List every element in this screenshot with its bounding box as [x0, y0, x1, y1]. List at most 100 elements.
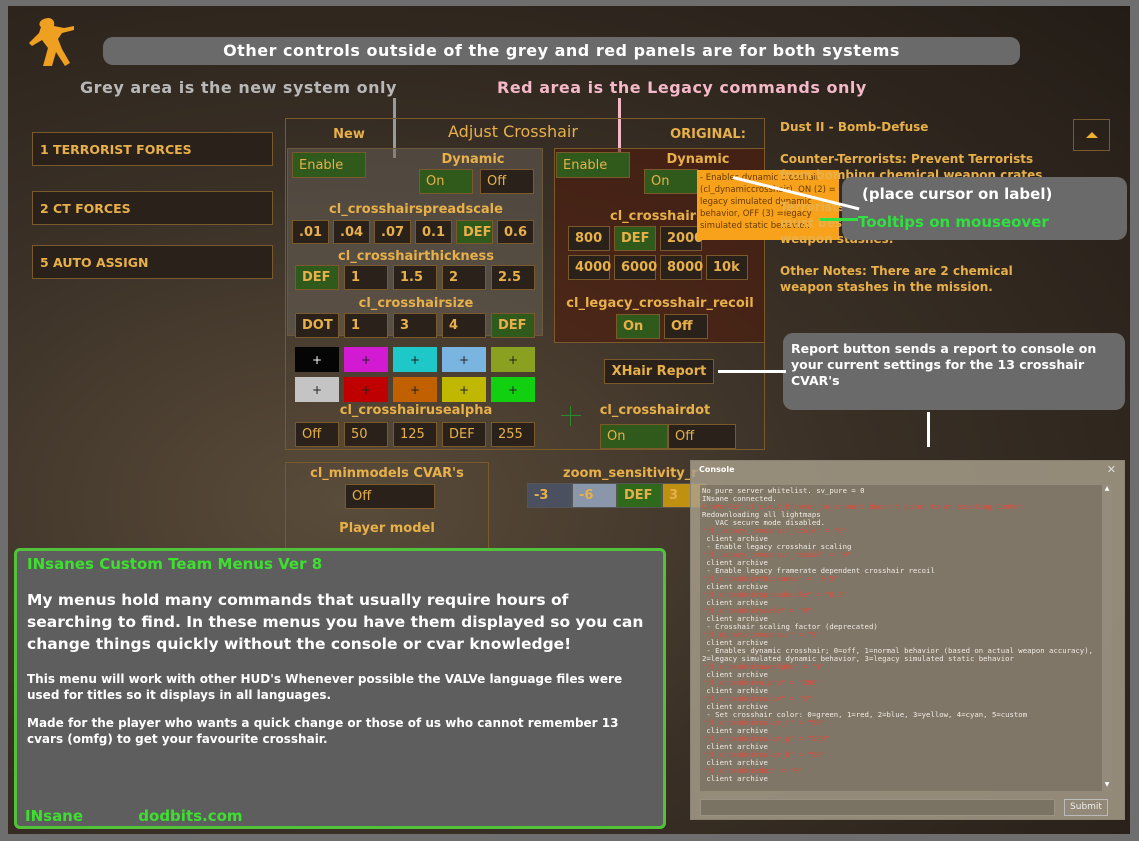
crosshairdot-on[interactable]: On: [600, 424, 668, 449]
dynamic-option[interactable]: On: [419, 169, 473, 194]
xhair-report-button[interactable]: XHair Report: [604, 359, 714, 384]
legacy-scale-option[interactable]: 6000: [614, 255, 657, 280]
new-label: New: [333, 127, 365, 142]
color-swatch[interactable]: +: [393, 347, 437, 372]
usealpha-option[interactable]: DEF: [442, 422, 486, 447]
color-swatch[interactable]: +: [393, 377, 437, 402]
close-icon[interactable]: ✕: [1107, 463, 1116, 476]
info-site[interactable]: dodbits.com: [138, 807, 242, 825]
original-label: ORIGINAL:: [670, 127, 746, 142]
console-line: client archive: [702, 774, 768, 783]
color-swatch[interactable]: +: [344, 377, 388, 402]
legacy-scale-label: cl_crosshairs: [610, 209, 704, 224]
thickness-option[interactable]: 2.5: [491, 265, 535, 290]
spreadscale-option[interactable]: 0.6: [497, 220, 534, 244]
dynamic-option[interactable]: Off: [480, 169, 534, 194]
thickness-label: cl_crosshairthickness: [338, 249, 494, 264]
minmodels-panel: [285, 462, 489, 552]
crosshair-glyph-icon: +: [311, 382, 323, 397]
callout-cursor-text: (place cursor on label): [862, 185, 1053, 203]
legacy-dynamic-label: Dynamic: [666, 152, 730, 167]
mission-notes: Other Notes: There are 2 chemical weapon…: [780, 264, 1013, 294]
usealpha-label: cl_crosshairusealpha: [339, 403, 493, 418]
size-label: cl_crosshairsize: [358, 296, 474, 311]
scroll-down-icon[interactable]: ▼: [1102, 781, 1112, 791]
size-option[interactable]: DEF: [491, 313, 535, 338]
team-button[interactable]: 5 AUTO ASSIGN: [32, 245, 273, 279]
thickness-option[interactable]: 1: [344, 265, 388, 290]
red-area-note: Red area is the Legacy commands only: [497, 78, 867, 97]
crosshair-glyph-icon: +: [360, 382, 372, 397]
color-swatch[interactable]: +: [295, 347, 339, 372]
crosshair-glyph-icon: +: [409, 352, 421, 367]
crosshair-glyph-icon: +: [507, 382, 519, 397]
info-p1: My menus hold many commands that usually…: [27, 591, 644, 653]
panel-title: Adjust Crosshair: [448, 122, 578, 141]
spreadscale-option[interactable]: .07: [374, 220, 411, 244]
color-swatch[interactable]: +: [491, 347, 535, 372]
legacy-recoil-label: cl_legacy_crosshair_recoil: [566, 296, 754, 311]
usealpha-option[interactable]: 255: [491, 422, 535, 447]
spreadscale-option[interactable]: 0.1: [415, 220, 452, 244]
spreadscale-option[interactable]: DEF: [456, 220, 493, 244]
counter-strike-logo-icon: [26, 14, 78, 84]
dynamic-label: Dynamic: [441, 152, 505, 167]
grey-area-note: Grey area is the new system only: [80, 78, 397, 97]
caret-up-icon: [1085, 132, 1098, 138]
usealpha-option[interactable]: Off: [295, 422, 339, 447]
game-menu: Other controls outside of the grey and r…: [8, 6, 1130, 834]
legacy-scale-option[interactable]: 4000: [568, 255, 611, 280]
thickness-option[interactable]: 2: [442, 265, 486, 290]
spreadscale-label: cl_crosshairspreadscale: [329, 202, 503, 217]
team-button[interactable]: 2 CT FORCES: [32, 191, 273, 225]
zoom-option[interactable]: -6: [572, 483, 617, 508]
arrow-to-console: [927, 412, 930, 447]
color-swatch[interactable]: +: [442, 377, 486, 402]
team-button[interactable]: 1 TERRORIST FORCES: [32, 132, 273, 166]
size-option[interactable]: 4: [442, 313, 486, 338]
crosshair-glyph-icon: +: [458, 352, 470, 367]
crosshair-preview-icon: [561, 406, 581, 426]
scroll-up-icon[interactable]: ▲: [1102, 485, 1112, 495]
scroll-up-button[interactable]: [1073, 119, 1110, 151]
zoom-option[interactable]: DEF: [617, 483, 662, 508]
size-option[interactable]: 3: [393, 313, 437, 338]
tooltip-callout: (place cursor on label) Tooltips on mous…: [842, 177, 1127, 240]
report-callout: Report button sends a report to console …: [783, 333, 1125, 410]
usealpha-option[interactable]: 125: [393, 422, 437, 447]
spreadscale-option[interactable]: .01: [292, 220, 329, 244]
zoom-option[interactable]: -3: [527, 483, 572, 508]
legacy-scale-option[interactable]: 800: [568, 226, 610, 251]
info-p2: This menu will work with other HUD's Whe…: [27, 672, 623, 702]
color-swatch[interactable]: +: [442, 347, 486, 372]
info-p3: Made for the player who wants a quick ch…: [27, 716, 619, 746]
legacy-scale-option[interactable]: 2000: [660, 226, 703, 251]
callout-tooltips-text: Tooltips on mouseover: [858, 213, 1049, 231]
legacy-scale-option[interactable]: DEF: [614, 226, 656, 251]
legacy-recoil-option[interactable]: Off: [664, 314, 708, 339]
zoom-sensitivity-label: zoom_sensitivity_r: [563, 466, 698, 481]
legacy-recoil-option[interactable]: On: [616, 314, 660, 339]
size-option[interactable]: 1: [344, 313, 388, 338]
usealpha-option[interactable]: 50: [344, 422, 388, 447]
legacy-dynamic-on[interactable]: On: [644, 169, 698, 194]
info-author: INsane: [25, 807, 84, 825]
color-swatch[interactable]: +: [344, 347, 388, 372]
crosshair-glyph-icon: +: [360, 352, 372, 367]
thickness-option[interactable]: DEF: [295, 265, 339, 290]
enable-legacy-button[interactable]: Enable: [556, 152, 630, 178]
crosshairdot-off[interactable]: Off: [668, 424, 736, 449]
arrow-to-tooltip: [820, 218, 858, 221]
info-title: INsanes Custom Team Menus Ver 8: [27, 555, 323, 573]
spreadscale-option[interactable]: .04: [333, 220, 370, 244]
color-swatch[interactable]: +: [491, 377, 535, 402]
color-swatch[interactable]: +: [295, 377, 339, 402]
legacy-scale-option[interactable]: 10k: [706, 255, 748, 280]
submit-button[interactable]: Submit: [1064, 799, 1108, 816]
console-scrollbar[interactable]: ▲ ▼: [1102, 485, 1112, 791]
enable-new-button[interactable]: Enable: [292, 152, 366, 178]
size-option[interactable]: DOT: [295, 313, 339, 338]
console-input[interactable]: [700, 799, 1055, 816]
thickness-option[interactable]: 1.5: [393, 265, 437, 290]
legacy-scale-option[interactable]: 8000: [660, 255, 703, 280]
